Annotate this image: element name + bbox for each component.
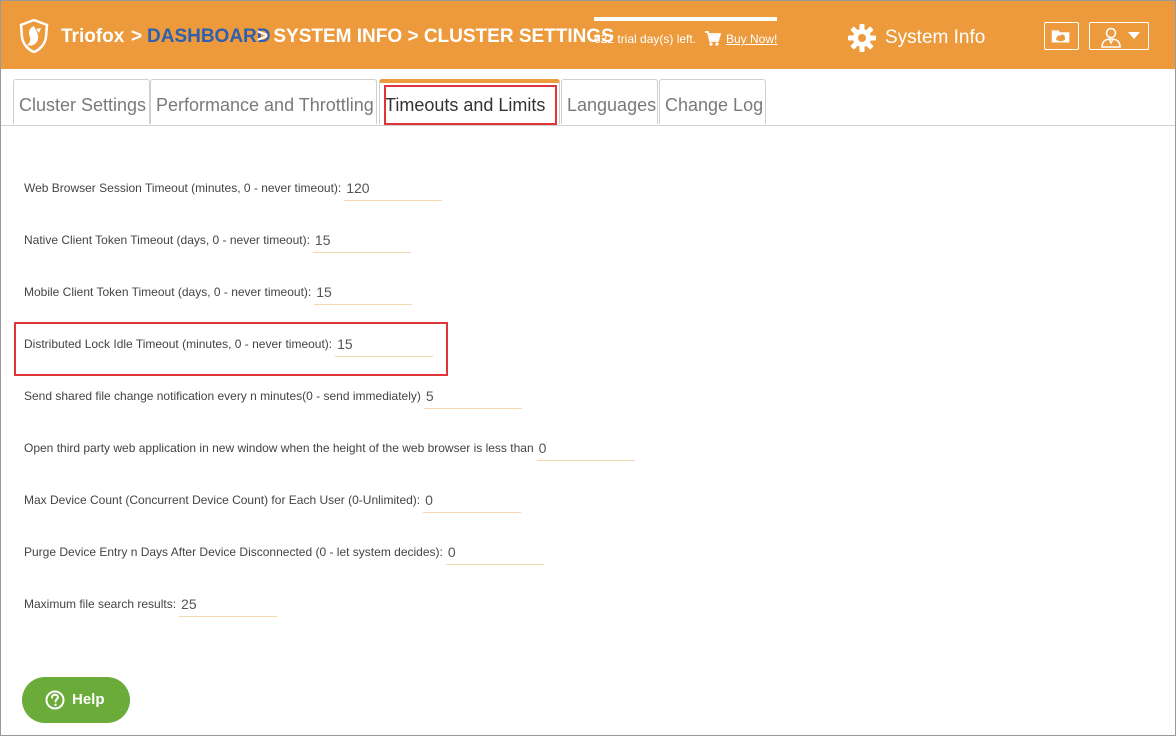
notification-interval-input[interactable] <box>423 383 522 409</box>
setting-row: Native Client Token Timeout (days, 0 - n… <box>24 227 411 259</box>
cloud-folder-button[interactable] <box>1044 22 1079 50</box>
setting-label: Maximum file search results: <box>24 597 177 611</box>
trial-progress-bar <box>594 17 777 21</box>
setting-row: Maximum file search results: <box>24 591 278 623</box>
setting-row: Purge Device Entry n Days After Device D… <box>24 539 544 571</box>
browser-height-threshold-input[interactable] <box>536 435 635 461</box>
mobile-token-timeout-input[interactable] <box>314 279 413 305</box>
purge-device-days-input[interactable] <box>445 539 544 565</box>
setting-row: Send shared file change notification eve… <box>24 383 522 415</box>
breadcrumb-separator: > <box>131 26 143 47</box>
trial-days-text: 622 trial day(s) left. <box>594 32 697 46</box>
tab-change-log[interactable]: Change Log <box>659 79 766 124</box>
settings-tabs: Cluster Settings Performance and Throttl… <box>1 79 1175 126</box>
setting-label: Distributed Lock Idle Timeout (minutes, … <box>24 337 333 351</box>
setting-row: Open third party web application in new … <box>24 435 635 467</box>
setting-label: Send shared file change notification eve… <box>24 389 421 403</box>
lock-idle-timeout-input[interactable] <box>335 331 434 357</box>
caret-down-icon <box>1128 32 1140 39</box>
setting-label: Web Browser Session Timeout (minutes, 0 … <box>24 181 342 195</box>
user-icon <box>1101 27 1121 48</box>
setting-row: Distributed Lock Idle Timeout (minutes, … <box>24 331 434 363</box>
tab-languages[interactable]: Languages <box>561 79 658 124</box>
buy-now-link[interactable]: Buy Now! <box>726 32 777 46</box>
breadcrumb-dashboard-link[interactable]: DASHBOARD <box>147 26 271 48</box>
tab-timeouts-limits[interactable]: Timeouts and Limits <box>379 79 560 124</box>
max-device-count-input[interactable] <box>423 487 522 513</box>
cart-icon[interactable] <box>705 31 721 46</box>
question-circle-icon <box>45 690 65 710</box>
setting-label: Purge Device Entry n Days After Device D… <box>24 545 443 559</box>
shield-logo-icon[interactable] <box>19 19 49 53</box>
top-header: Triofox > DASHBOARD > SYSTEM INFO > CLUS… <box>1 1 1175 69</box>
setting-label: Open third party web application in new … <box>24 441 534 455</box>
native-token-timeout-input[interactable] <box>312 227 411 253</box>
setting-label: Native Client Token Timeout (days, 0 - n… <box>24 233 310 247</box>
tab-performance-throttling[interactable]: Performance and Throttling <box>150 79 377 124</box>
breadcrumb-current: > SYSTEM INFO > CLUSTER SETTINGS <box>257 26 614 47</box>
setting-row: Web Browser Session Timeout (minutes, 0 … <box>24 175 443 207</box>
brand-name: Triofox <box>61 26 125 47</box>
user-menu-button[interactable] <box>1089 22 1149 50</box>
cloud-folder-icon <box>1051 30 1070 43</box>
tab-cluster-settings[interactable]: Cluster Settings <box>13 79 150 124</box>
setting-label: Mobile Client Token Timeout (days, 0 - n… <box>24 285 312 299</box>
setting-row: Mobile Client Token Timeout (days, 0 - n… <box>24 279 413 311</box>
max-search-results-input[interactable] <box>179 591 278 617</box>
setting-row: Max Device Count (Concurrent Device Coun… <box>24 487 522 519</box>
setting-label: Max Device Count (Concurrent Device Coun… <box>24 493 421 507</box>
gear-icon[interactable] <box>847 23 877 53</box>
web-session-timeout-input[interactable] <box>344 175 443 201</box>
help-button[interactable]: Help <box>22 677 130 723</box>
help-label: Help <box>72 691 105 708</box>
system-info-title: System Info <box>885 27 986 48</box>
